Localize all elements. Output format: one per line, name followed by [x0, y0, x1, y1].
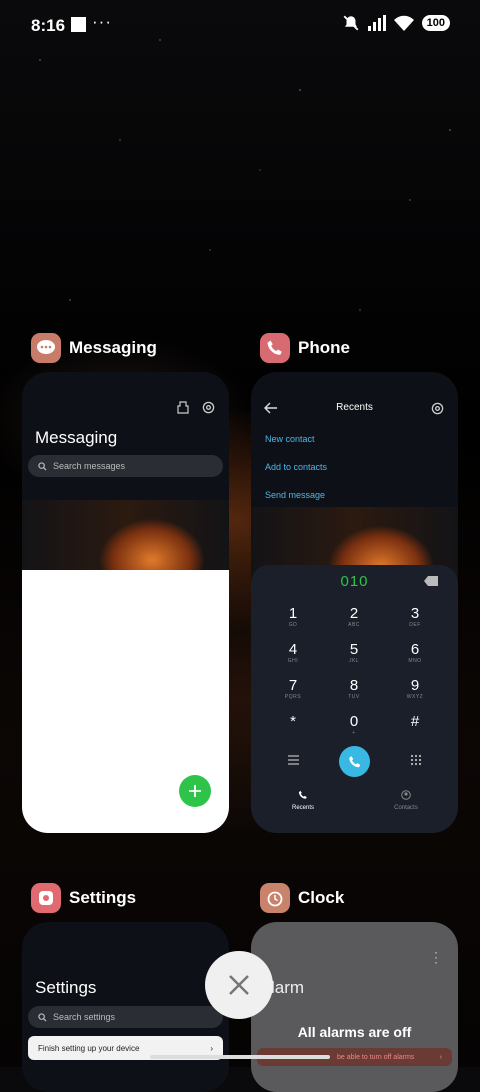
dial-key-digit: 1	[288, 605, 298, 622]
dial-key-7[interactable]: 7 PQRS	[263, 677, 323, 700]
dial-key-letters: WXYZ	[406, 694, 424, 700]
dial-key-digit: 5	[349, 641, 359, 658]
search-settings-field[interactable]: Search settings	[28, 1006, 223, 1028]
send-message-link[interactable]: Send message	[265, 490, 325, 500]
recent-app-card-phone[interactable]: Recents New contact Add to contacts Send…	[251, 372, 458, 833]
search-icon	[38, 461, 47, 471]
dial-key-4[interactable]: 4 GHI	[263, 641, 323, 664]
dial-key-letters: JKL	[348, 658, 360, 664]
app-name: Messaging	[69, 338, 157, 357]
dial-key-digit: 3	[410, 605, 420, 622]
dial-key-digit: *	[290, 713, 296, 730]
plus-icon	[189, 785, 201, 797]
new-contact-link[interactable]: New contact	[265, 434, 315, 444]
setup-banner-text: Finish setting up your device	[38, 1043, 140, 1053]
dial-key-0[interactable]: 0 +	[324, 713, 384, 736]
dial-key-2[interactable]: 2 ABC	[324, 605, 384, 628]
page-title: larm	[271, 978, 305, 997]
app-header-settings[interactable]: Settings	[31, 883, 136, 913]
settings-app-icon	[31, 883, 61, 913]
dial-key-8[interactable]: 8 TUV	[324, 677, 384, 700]
signal-icon	[367, 15, 386, 31]
add-to-contacts-link[interactable]: Add to contacts	[265, 462, 327, 472]
app-header-messaging[interactable]: Messaging	[31, 333, 157, 363]
settings-gear-icon	[202, 401, 215, 414]
contact-icon	[401, 790, 411, 800]
clock-app-icon	[260, 883, 290, 913]
dial-key-digit: 8	[349, 677, 359, 694]
page-title: Messaging	[35, 428, 118, 447]
dial-key-3[interactable]: 3 DEF	[385, 605, 445, 628]
dial-key-letters: GHI	[287, 658, 299, 664]
status-bar: 8:16 ··· 100	[0, 0, 480, 50]
app-header-clock[interactable]: Clock	[260, 883, 344, 913]
messaging-app-icon	[31, 333, 61, 363]
more-options-icon: · · ·	[434, 945, 438, 969]
dial-key-1[interactable]: 1 GD	[263, 605, 323, 628]
call-button[interactable]	[339, 746, 370, 777]
recent-app-card-messaging[interactable]: Messaging Search messages	[22, 372, 229, 833]
search-placeholder: Search settings	[53, 1012, 116, 1022]
dial-key-digit: 6	[410, 641, 420, 658]
dial-key-letters: ABC	[348, 622, 360, 628]
clean-icon	[177, 401, 189, 414]
more-notifications-icon: ···	[92, 12, 112, 31]
dial-key-digit: 7	[288, 677, 298, 694]
dialpad: 010 1 GD 2 ABC 3 DEF 4 GHI 5 JKL 6 MNO 7 PQRS 8 TUV 9 WXY…	[251, 565, 458, 833]
wallpaper-banner	[22, 500, 229, 570]
keypad-grid-icon[interactable]	[410, 754, 422, 766]
menu-icon[interactable]	[288, 755, 299, 765]
dial-key-letters: GD	[288, 622, 298, 628]
dial-key-digit: 2	[349, 605, 359, 622]
dial-key-digit: 4	[288, 641, 298, 658]
search-icon	[38, 1012, 47, 1022]
dial-key-letters: PQRS	[284, 694, 302, 700]
dial-key-letters: TUV	[348, 694, 360, 700]
close-icon	[229, 975, 249, 995]
dial-key-9[interactable]: 9 WXYZ	[385, 677, 445, 700]
tab-label: Recents	[291, 805, 314, 811]
header-title: Recents	[336, 402, 373, 413]
tab-contacts[interactable]: Contacts	[376, 787, 436, 811]
app-name: Phone	[298, 338, 350, 357]
mute-icon	[343, 15, 359, 31]
app-header-phone[interactable]: Phone	[260, 333, 350, 363]
dial-key-digit: 0	[349, 713, 359, 730]
settings-gear-icon	[431, 402, 444, 415]
dial-key-5[interactable]: 5 JKL	[324, 641, 384, 664]
app-name: Clock	[298, 888, 345, 907]
home-indicator[interactable]	[150, 1055, 330, 1059]
battery-indicator: 100	[421, 15, 450, 31]
dial-key-6[interactable]: 6 MNO	[385, 641, 445, 664]
alarm-notice-text: be able to turn off alarms	[337, 1053, 415, 1061]
dial-key-letters: DEF	[409, 622, 421, 628]
dial-key-digit: 9	[410, 677, 420, 694]
clear-all-button[interactable]	[205, 951, 273, 1019]
dial-key-digit: #	[410, 713, 420, 730]
phone-app-icon	[260, 333, 290, 363]
new-message-fab[interactable]	[179, 775, 211, 807]
dial-key-letters: MNO	[408, 658, 422, 664]
app-name: Settings	[69, 888, 137, 907]
phone-icon	[348, 755, 360, 767]
chevron-right-icon: ›	[439, 1053, 442, 1061]
dial-key-star[interactable]: *	[263, 713, 323, 730]
dial-key-letters: +	[352, 730, 356, 736]
wifi-icon	[393, 15, 414, 31]
dial-key-hash[interactable]: #	[385, 713, 445, 730]
empty-state-text: All alarms are off	[297, 1024, 412, 1040]
search-placeholder: Search messages	[53, 461, 126, 471]
page-title: Settings	[35, 978, 97, 997]
tab-label: Contacts	[394, 805, 418, 811]
phone-icon	[298, 790, 307, 799]
status-time: 8:16	[31, 16, 66, 35]
notification-icon	[71, 17, 86, 32]
search-messages-field[interactable]: Search messages	[28, 455, 223, 477]
backspace-icon[interactable]	[424, 576, 438, 586]
tab-recents[interactable]: Recents	[273, 787, 333, 811]
chevron-right-icon: ›	[210, 1043, 213, 1053]
